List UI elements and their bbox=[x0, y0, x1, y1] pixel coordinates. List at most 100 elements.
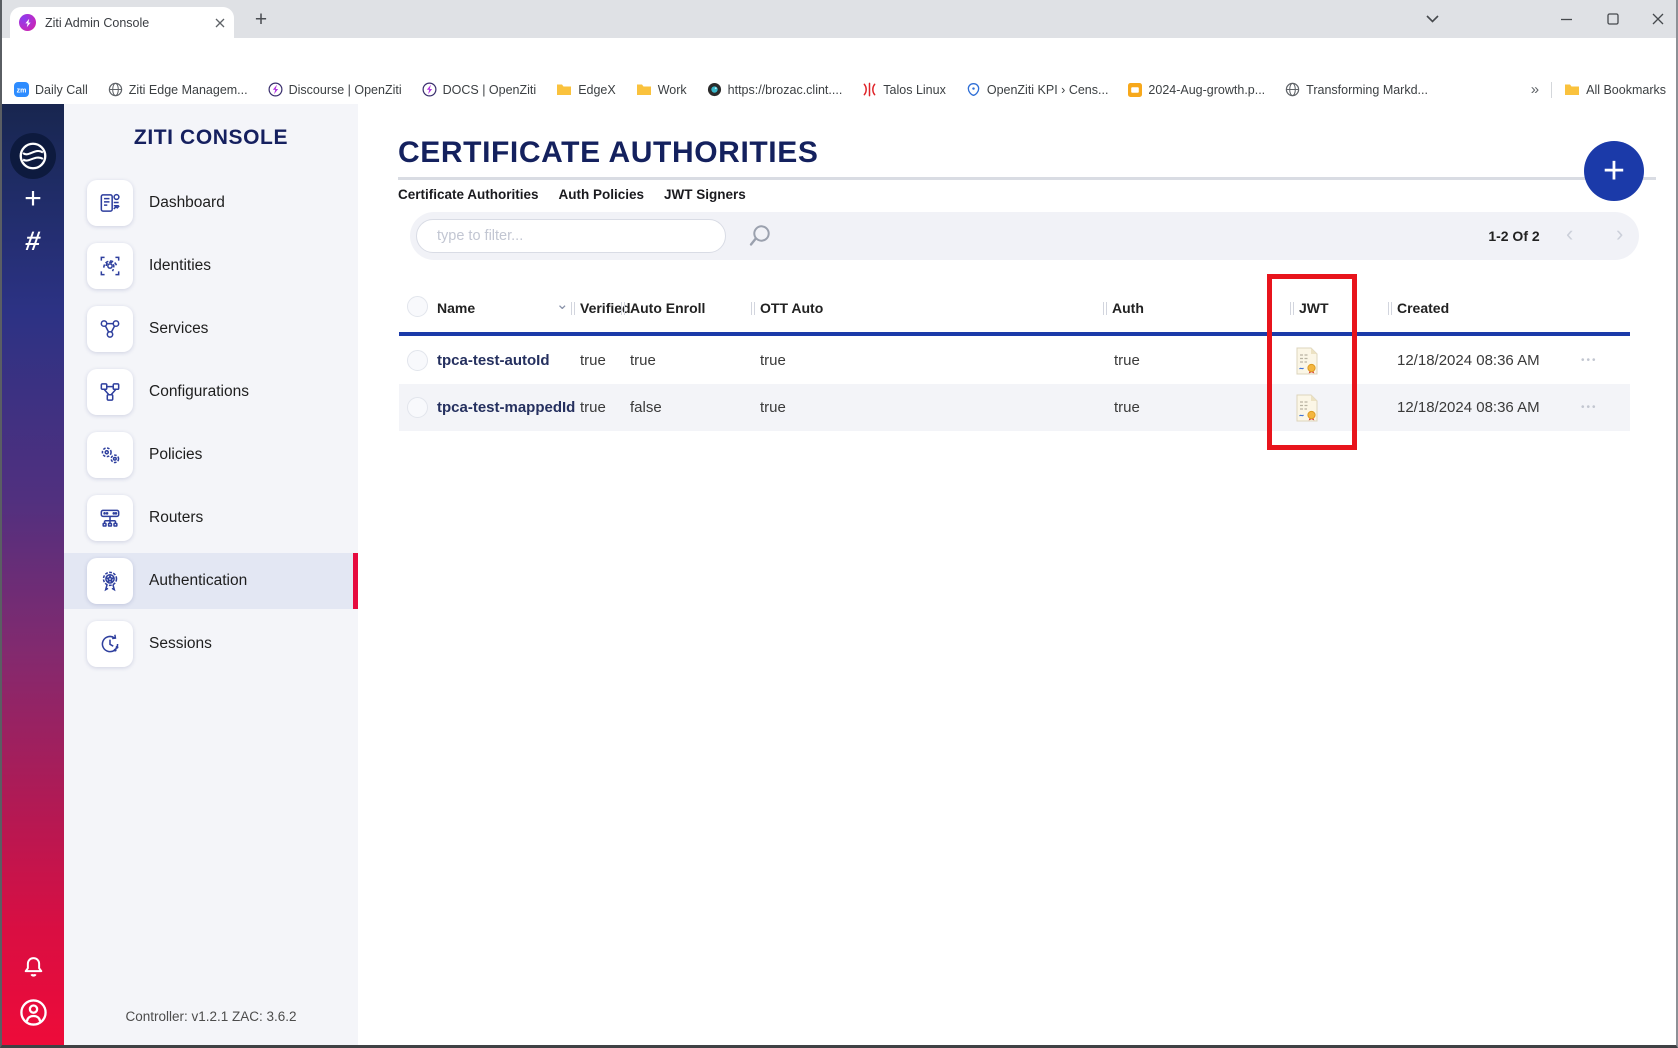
column-header-name[interactable]: Name bbox=[437, 300, 475, 316]
cell-ott-auto: true bbox=[760, 384, 786, 431]
tab-search-icon[interactable] bbox=[1421, 9, 1443, 29]
fingerprint-icon bbox=[87, 243, 133, 289]
zac-app: + # ZITI CONSOLE Dashboard Id bbox=[2, 104, 1676, 1045]
notifications-bell-icon[interactable] bbox=[21, 954, 46, 980]
sidebar-item-label: Dashboard bbox=[149, 194, 225, 212]
sidebar-item-label: Routers bbox=[149, 509, 203, 527]
cell-verified: true bbox=[580, 384, 606, 431]
bookmark-daily-call[interactable]: zm Daily Call bbox=[14, 82, 88, 97]
new-tab-button[interactable]: + bbox=[246, 5, 276, 35]
authentication-medal-icon bbox=[87, 558, 133, 604]
bookmark-talos-linux[interactable]: Talos Linux bbox=[862, 82, 946, 97]
cell-name[interactable]: tpca-test-mappedId bbox=[437, 384, 575, 431]
user-profile-icon[interactable] bbox=[19, 998, 48, 1027]
bookmark-folder-work[interactable]: Work bbox=[636, 83, 687, 97]
app-rail: + # bbox=[2, 104, 64, 1045]
bookmark-transforming-markdown[interactable]: Transforming Markd... bbox=[1285, 82, 1428, 97]
sidebar-item-sessions[interactable]: Sessions bbox=[64, 616, 358, 672]
column-header-created[interactable]: Created bbox=[1397, 300, 1449, 316]
sidebar-item-label: Identities bbox=[149, 257, 211, 275]
folder-icon bbox=[1564, 83, 1580, 96]
ziti-logo[interactable] bbox=[10, 133, 56, 179]
sidebar-item-policies[interactable]: Policies bbox=[64, 427, 358, 483]
window-minimize-button[interactable] bbox=[1555, 9, 1577, 29]
cell-auto-enroll: true bbox=[630, 337, 656, 384]
folder-icon bbox=[636, 83, 652, 96]
rail-hash-icon[interactable]: # bbox=[0, 226, 66, 257]
browser-tab[interactable]: Ziti Admin Console bbox=[10, 7, 234, 38]
cell-created: 12/18/2024 08:36 AM bbox=[1397, 384, 1540, 431]
column-header-auth[interactable]: Auth bbox=[1112, 300, 1144, 316]
column-header-auto-enroll[interactable]: Auto Enroll bbox=[630, 300, 705, 316]
sidebar-item-configurations[interactable]: Configurations bbox=[64, 364, 358, 420]
cell-verified: true bbox=[580, 337, 606, 384]
pagination-next-icon[interactable]: › bbox=[1616, 221, 1623, 247]
bookmark-ziti-edge[interactable]: Ziti Edge Managem... bbox=[108, 82, 248, 97]
sidebar-item-identities[interactable]: Identities bbox=[64, 238, 358, 294]
title-divider bbox=[398, 177, 1656, 180]
bookmarks-overflow-icon[interactable]: » bbox=[1531, 81, 1539, 98]
browser-window: Ziti Admin Console + bbox=[0, 0, 1678, 1048]
bookmark-docs-openziti[interactable]: DOCS | OpenZiti bbox=[422, 82, 537, 97]
sort-chevron-icon[interactable]: ⌄ bbox=[556, 295, 569, 313]
tab-jwt-signers[interactable]: JWT Signers bbox=[664, 187, 746, 202]
tab-close-icon[interactable] bbox=[215, 18, 225, 28]
pagination-prev-icon[interactable]: ‹ bbox=[1566, 221, 1573, 247]
sidebar-item-authentication[interactable]: Authentication bbox=[64, 553, 358, 609]
cell-auto-enroll: false bbox=[630, 384, 662, 431]
pagination-label: 1-2 Of 2 bbox=[1472, 228, 1556, 244]
rail-add-icon[interactable]: + bbox=[2, 182, 64, 216]
bookmark-2024-aug-growth[interactable]: 2024-Aug-growth.p... bbox=[1128, 83, 1265, 97]
routers-icon bbox=[87, 495, 133, 541]
zoom-icon: zm bbox=[14, 82, 29, 97]
bookmark-openziti-kpi[interactable]: OpenZiti KPI › Cens... bbox=[966, 82, 1109, 97]
globe-icon bbox=[108, 82, 123, 97]
sidebar-item-routers[interactable]: Routers bbox=[64, 490, 358, 546]
sidebar-item-label: Configurations bbox=[149, 383, 249, 401]
policies-icon bbox=[87, 432, 133, 478]
tab-certificate-authorities[interactable]: Certificate Authorities bbox=[398, 187, 539, 202]
header-underline bbox=[399, 332, 1630, 336]
ziggy-icon bbox=[966, 82, 981, 97]
table-row[interactable]: tpca-test-autoId true true true true 12/… bbox=[399, 337, 1630, 384]
select-all-checkbox[interactable] bbox=[407, 296, 428, 317]
cell-ott-auto: true bbox=[760, 337, 786, 384]
cell-name[interactable]: tpca-test-autoId bbox=[437, 337, 550, 384]
window-maximize-button[interactable] bbox=[1602, 9, 1624, 29]
app-title: ZITI CONSOLE bbox=[64, 126, 358, 150]
bookmark-folder-edgex[interactable]: EdgeX bbox=[556, 83, 616, 97]
sessions-clock-icon bbox=[87, 621, 133, 667]
table-row[interactable]: tpca-test-mappedId true false true true … bbox=[399, 384, 1630, 431]
cell-auth: true bbox=[1114, 337, 1140, 384]
bookmark-discourse-openziti[interactable]: Discourse | OpenZiti bbox=[268, 82, 402, 97]
tab-auth-policies[interactable]: Auth Policies bbox=[559, 187, 645, 202]
folder-icon bbox=[556, 83, 572, 96]
all-bookmarks-button[interactable]: All Bookmarks bbox=[1564, 83, 1666, 97]
titlebar: Ziti Admin Console + bbox=[2, 0, 1676, 38]
row-checkbox[interactable] bbox=[407, 397, 428, 418]
tab-title: Ziti Admin Console bbox=[45, 16, 215, 30]
browser-toolbar: https://ctrl.cdaws.clint.demo.openziti.o… bbox=[2, 38, 1676, 75]
sidebar-item-dashboard[interactable]: Dashboard bbox=[64, 175, 358, 231]
column-header-ott-auto[interactable]: OTT Auto bbox=[760, 300, 823, 316]
main-content: CERTIFICATE AUTHORITIES Certificate Auth… bbox=[358, 104, 1676, 1045]
row-menu-icon[interactable]: ••• bbox=[1581, 384, 1598, 431]
bookmark-brozac[interactable]: https://brozac.clint.... bbox=[707, 82, 843, 97]
openziti-bolt-icon bbox=[422, 82, 437, 97]
add-certificate-authority-button[interactable]: + bbox=[1584, 141, 1644, 201]
ziti-favicon bbox=[19, 14, 36, 31]
row-menu-icon[interactable]: ••• bbox=[1581, 337, 1598, 384]
cell-auth: true bbox=[1114, 384, 1140, 431]
sidebar-item-services[interactable]: Services bbox=[64, 301, 358, 357]
window-close-button[interactable] bbox=[1647, 9, 1669, 29]
filter-input[interactable] bbox=[416, 219, 726, 253]
search-icon[interactable] bbox=[747, 224, 772, 249]
bookmarks-bar: zm Daily Call Ziti Edge Managem... Disco… bbox=[2, 75, 1676, 104]
openziti-bolt-icon bbox=[268, 82, 283, 97]
camera-icon bbox=[707, 82, 722, 97]
subtabs: Certificate Authorities Auth Policies JW… bbox=[398, 187, 746, 202]
sidebar-item-label: Sessions bbox=[149, 635, 212, 653]
sidebar-item-label: Services bbox=[149, 320, 208, 338]
talos-icon bbox=[862, 82, 877, 97]
row-checkbox[interactable] bbox=[407, 350, 428, 371]
